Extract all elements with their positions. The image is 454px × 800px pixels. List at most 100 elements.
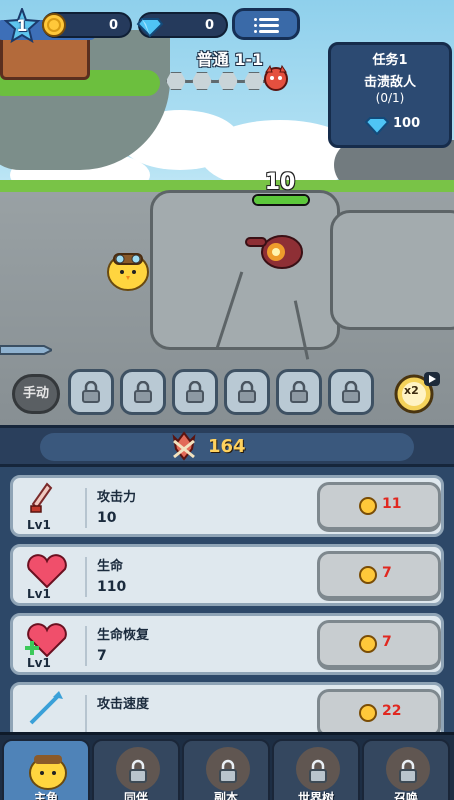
enemy-hp: 10 [252,170,312,210]
upgrade-cost: 22 [382,703,402,719]
crossed-swords-icon [172,431,196,461]
wave-marker [166,72,186,90]
gold-counter[interactable]: 0 [42,12,132,38]
menu-icon-line [259,24,279,27]
upgrade-level: Lv1 [27,587,51,601]
wave-marker [218,72,238,90]
nav-tab[interactable]: 世界树 [272,739,360,800]
gem-value: 0 [204,18,214,33]
rock [330,210,454,330]
diamond-icon [365,117,389,135]
upgrade-row: Lv1 生命 110 7 [10,544,444,606]
menu-icon [254,18,257,21]
gem-counter[interactable]: 0 [136,12,228,38]
hero-chick [107,253,149,291]
nav-label: 世界树 [297,791,334,800]
manual-mode-button[interactable]: 手动 [12,374,60,414]
divider [85,626,87,666]
nav-label: 召唤 [393,791,418,800]
gold-coin-icon [359,497,377,515]
divider [85,695,87,732]
upgrade-cost: 7 [382,565,392,581]
combat-power-value: 164 [208,436,246,457]
upgrade-button[interactable]: 11 [317,482,441,532]
speed-x2-button[interactable]: x2 [392,370,442,414]
quest-description: 击溃敌人 [363,75,416,90]
menu-icon-dot [254,24,257,27]
bottom-nav: 主角 同伴 副本 世界树 召唤 [0,732,454,800]
enemy-hp-bar [252,194,310,206]
upgrade-level: Lv1 [27,518,51,532]
menu-button[interactable] [232,8,300,40]
upgrade-button[interactable]: 7 [317,620,441,670]
quest-reward: 100 [359,113,439,135]
gold-value: 0 [108,18,118,33]
lock-icon [219,759,237,783]
nav-tab[interactable]: 副本 [182,739,270,800]
menu-icon-line [259,18,279,21]
skill-slot-locked[interactable] [68,369,114,415]
nav-tab[interactable]: 同伴 [92,739,180,800]
skill-slot-locked[interactable] [328,369,374,415]
menu-icon-line [259,30,279,33]
lock-icon [186,381,204,403]
upgrade-row: 攻击速度 22 [10,682,444,732]
skill-slot-locked[interactable] [172,369,218,415]
gold-coin-icon [359,635,377,653]
wave-marker [244,72,264,90]
hero-chick-icon [29,755,67,790]
gold-coin-icon [359,566,377,584]
divider [85,488,87,528]
upgrade-value: 110 [97,579,127,595]
sword-icon [0,345,52,355]
lock-icon [342,381,360,403]
quest-progress: (0/1) [375,91,405,105]
nav-tab[interactable]: 主角 [2,739,90,800]
skill-slot-locked[interactable] [120,369,166,415]
upgrade-list[interactable]: Lv1 攻击力 10 11 Lv1 生命 110 7 Lv1 生命恢复 7 7 攻击速度 22 [0,467,454,732]
upgrade-name: 攻击速度 [97,697,150,712]
demon-boss-icon [264,64,288,91]
menu-icon-dot [254,30,257,33]
gold-coin-icon [359,704,377,722]
quest-panel[interactable]: 任务1 击溃敌人 (0/1) 100 [328,42,452,148]
arrows-icon [29,691,63,725]
quest-reward-value: 100 [393,116,421,131]
upgrade-row: Lv1 攻击力 10 11 [10,475,444,537]
lock-icon [82,381,100,403]
upgrade-row: Lv1 生命恢复 7 7 [10,613,444,675]
quest-title: 任务1 [372,53,408,68]
upgrade-name: 生命恢复 [97,628,150,643]
skill-slot-locked[interactable] [276,369,322,415]
speed-label: x2 [404,384,419,397]
upgrade-button[interactable]: 22 [317,689,441,732]
upgrade-value: 7 [97,648,107,664]
wave-marker [192,72,212,90]
nav-label: 副本 [213,791,238,800]
nav-label: 主角 [33,791,58,800]
combat-power-bar: 164 [0,425,454,467]
gold-coin-icon [42,13,66,37]
divider [85,557,87,597]
lock-icon [309,759,327,783]
heart-icon [27,554,67,589]
upgrade-cost: 11 [382,496,402,512]
nav-label: 同伴 [123,791,148,800]
enemy-hp-fill [254,196,308,204]
nav-tab[interactable]: 召唤 [362,739,450,800]
heart-plus-icon [25,623,67,658]
lock-icon [134,381,152,403]
diamond-icon [136,18,164,38]
upgrade-cost: 7 [382,634,392,650]
upgrade-name: 生命 [97,559,124,574]
enemy-hp-value: 10 [264,170,296,195]
lock-icon [129,759,147,783]
upgrade-level: Lv1 [27,656,51,670]
player-level-badge[interactable]: 1 [3,6,41,44]
lock-icon [290,381,308,403]
enemy-creature [245,235,303,269]
upgrade-value: 10 [97,510,117,526]
lock-icon [399,759,417,783]
skill-slot-locked[interactable] [224,369,270,415]
upgrade-button[interactable]: 7 [317,551,441,601]
